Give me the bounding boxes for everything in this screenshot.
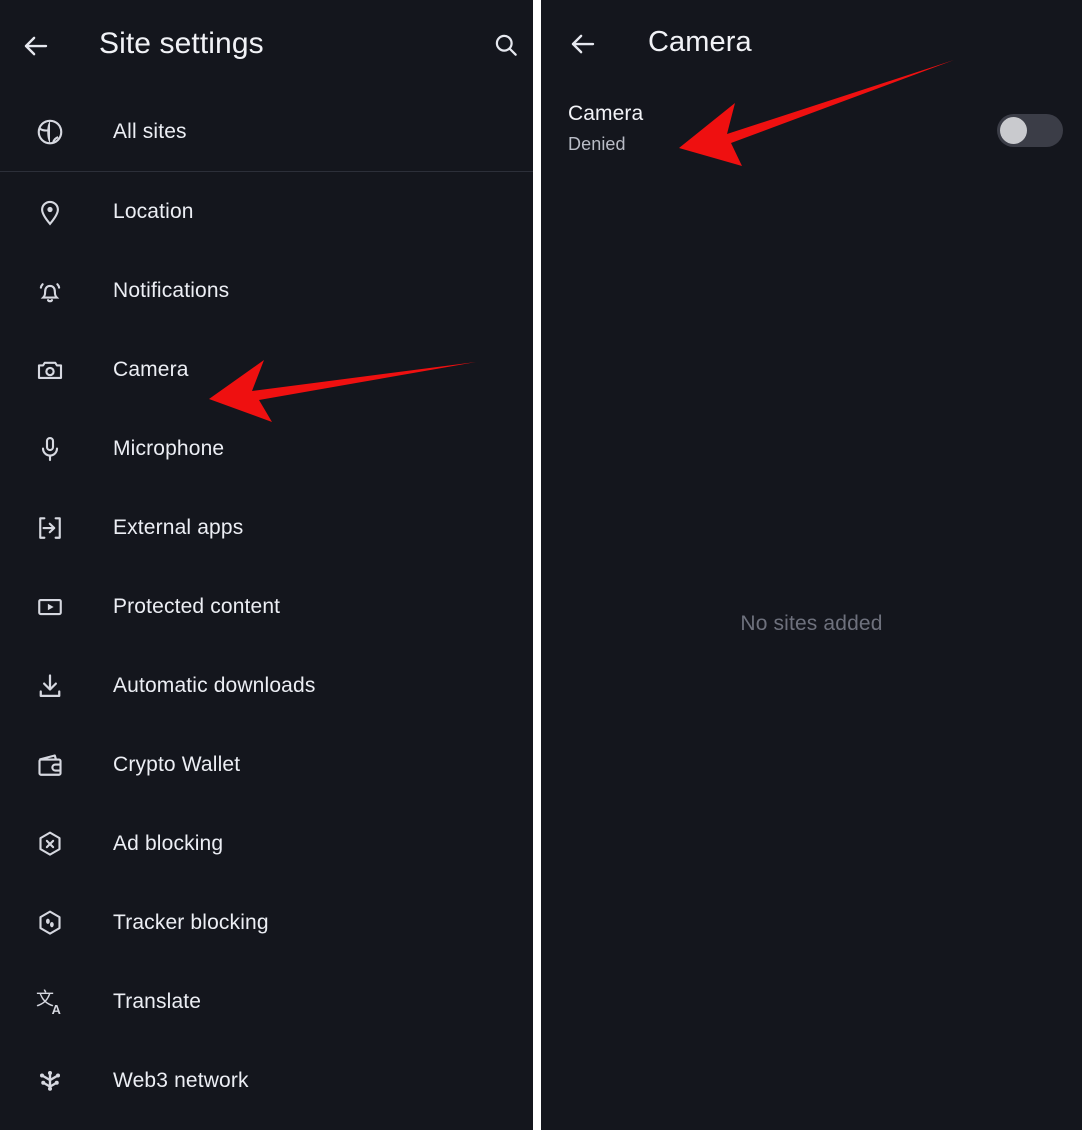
tracker-blocking-icon bbox=[33, 906, 67, 940]
sidebar-item-protected-content[interactable]: Protected content bbox=[0, 567, 533, 646]
back-button[interactable] bbox=[14, 24, 58, 68]
bell-icon bbox=[33, 274, 67, 308]
arrow-left-icon bbox=[24, 36, 48, 56]
svg-text:A: A bbox=[52, 1002, 61, 1017]
sidebar-item-label: Camera bbox=[113, 357, 189, 381]
sidebar-item-label: Tracker blocking bbox=[113, 910, 269, 934]
sidebar-item-label: Notifications bbox=[113, 278, 230, 302]
permission-status: Denied bbox=[568, 134, 626, 154]
sidebar-item-label: External apps bbox=[113, 515, 244, 539]
translate-icon: 文 A bbox=[33, 985, 67, 1019]
arrow-left-icon bbox=[571, 34, 595, 54]
sidebar-item-external-apps[interactable]: External apps bbox=[0, 488, 533, 567]
sidebar-item-label: Microphone bbox=[113, 436, 225, 460]
page-title: Site settings bbox=[99, 27, 264, 60]
sidebar-item-tracker-blocking[interactable]: Tracker blocking bbox=[0, 883, 533, 962]
camera-icon bbox=[33, 353, 67, 387]
sidebar-item-crypto-wallet[interactable]: Crypto Wallet bbox=[0, 725, 533, 804]
sidebar-item-web3-network[interactable]: Web3 network bbox=[0, 1041, 533, 1120]
page-title: Camera bbox=[648, 26, 752, 58]
sidebar-item-label: Translate bbox=[113, 989, 202, 1013]
camera-appbar: Camera bbox=[541, 0, 1082, 92]
wallet-icon bbox=[33, 748, 67, 782]
sidebar-item-camera[interactable]: Camera bbox=[0, 330, 533, 409]
permission-title: Camera bbox=[568, 102, 644, 125]
sidebar-item-label: All sites bbox=[113, 119, 187, 143]
translate-glyph: 文 A bbox=[36, 989, 61, 1017]
sidebar-item-label: Protected content bbox=[113, 594, 281, 618]
site-settings-appbar: Site settings bbox=[0, 0, 533, 92]
sidebar-item-notifications[interactable]: Notifications bbox=[0, 251, 533, 330]
sidebar-item-label: Ad blocking bbox=[113, 831, 224, 855]
web3-network-icon bbox=[33, 1064, 67, 1098]
back-button[interactable] bbox=[561, 22, 605, 66]
sidebar-item-label: Crypto Wallet bbox=[113, 752, 241, 776]
camera-permission-screen: Camera Camera Denied No sites added bbox=[541, 0, 1082, 1130]
sidebar-item-label: Web3 network bbox=[113, 1068, 249, 1092]
microphone-icon bbox=[33, 432, 67, 466]
search-button[interactable] bbox=[484, 23, 528, 67]
sidebar-item-all-sites[interactable]: All sites bbox=[0, 92, 533, 171]
sidebar-item-translate[interactable]: 文 A Translate bbox=[0, 962, 533, 1041]
permission-categories-list: Location Notifications Camera Microphone… bbox=[0, 172, 533, 1120]
sidebar-item-location[interactable]: Location bbox=[0, 172, 533, 251]
site-settings-screen: Site settings All sites Location Notific… bbox=[0, 0, 533, 1130]
protected-content-icon bbox=[33, 590, 67, 624]
sidebar-item-ad-blocking[interactable]: Ad blocking bbox=[0, 804, 533, 883]
sidebar-item-automatic-downloads[interactable]: Automatic downloads bbox=[0, 646, 533, 725]
sidebar-item-label: Automatic downloads bbox=[113, 673, 316, 697]
sidebar-item-label: Location bbox=[113, 199, 194, 223]
camera-permission-row[interactable]: Camera Denied bbox=[541, 92, 1082, 178]
location-pin-icon bbox=[33, 195, 67, 229]
search-icon bbox=[495, 34, 517, 56]
toggle-thumb bbox=[1000, 117, 1027, 144]
external-apps-icon bbox=[33, 511, 67, 545]
download-icon bbox=[33, 669, 67, 703]
camera-permission-toggle[interactable] bbox=[997, 114, 1063, 147]
globe-icon bbox=[33, 115, 67, 149]
screenshot-root: Site settings All sites Location Notific… bbox=[0, 0, 1082, 1130]
all-sites-group: All sites bbox=[0, 92, 533, 171]
empty-state-message: No sites added bbox=[740, 612, 883, 635]
ad-blocking-icon bbox=[33, 827, 67, 861]
sidebar-item-microphone[interactable]: Microphone bbox=[0, 409, 533, 488]
